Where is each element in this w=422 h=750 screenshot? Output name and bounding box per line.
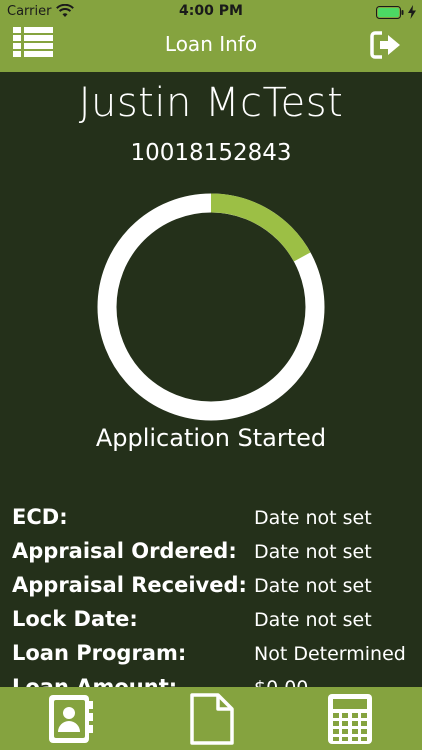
status-bar: Carrier 4:00 PM: [0, 0, 422, 24]
detail-label: Lock Date:: [12, 607, 138, 631]
status-time: 4:00 PM: [179, 3, 243, 19]
calculator-icon[interactable]: [326, 693, 374, 745]
detail-label: Loan Program:: [12, 641, 187, 665]
detail-label: Loan Amount:: [12, 675, 178, 687]
detail-row-loan-program: Loan Program: Not Determined: [0, 641, 422, 675]
detail-value: Not Determined: [254, 643, 406, 665]
logout-icon[interactable]: [370, 31, 402, 59]
borrower-name: Justin McTest: [78, 80, 344, 126]
detail-value: Date not set: [254, 541, 372, 563]
document-icon[interactable]: [188, 693, 236, 745]
detail-row-appraisal-ordered: Appraisal Ordered: Date not set: [0, 539, 422, 573]
detail-value: Date not set: [254, 575, 372, 597]
nav-title: Loan Info: [164, 32, 258, 56]
progress-ring-svg: [97, 193, 325, 421]
detail-label: ECD:: [12, 505, 68, 529]
detail-value: Date not set: [254, 507, 372, 529]
top-bar: Carrier 4:00 PM Loan Info: [0, 0, 422, 72]
loan-number: 10018152843: [130, 140, 292, 166]
battery-icon: [376, 6, 404, 19]
detail-value: $0.00: [254, 677, 308, 687]
charging-bolt-icon: [408, 5, 416, 19]
detail-label: Appraisal Ordered:: [12, 539, 237, 563]
tab-bar: [0, 687, 422, 750]
detail-label: Appraisal Received:: [12, 573, 247, 597]
detail-row-appraisal-received: Appraisal Received: Date not set: [0, 573, 422, 607]
detail-row-ecd: ECD: Date not set: [0, 505, 422, 539]
loan-details-list: ECD: Date not set Appraisal Ordered: Dat…: [0, 505, 422, 687]
detail-row-lock-date: Lock Date: Date not set: [0, 607, 422, 641]
detail-value: Date not set: [254, 609, 372, 631]
detail-row-loan-amount: Loan Amount: $0.00: [0, 675, 422, 687]
progress-ring: [96, 192, 326, 422]
loan-status: Application Started: [95, 424, 327, 452]
contacts-icon[interactable]: [46, 693, 94, 745]
